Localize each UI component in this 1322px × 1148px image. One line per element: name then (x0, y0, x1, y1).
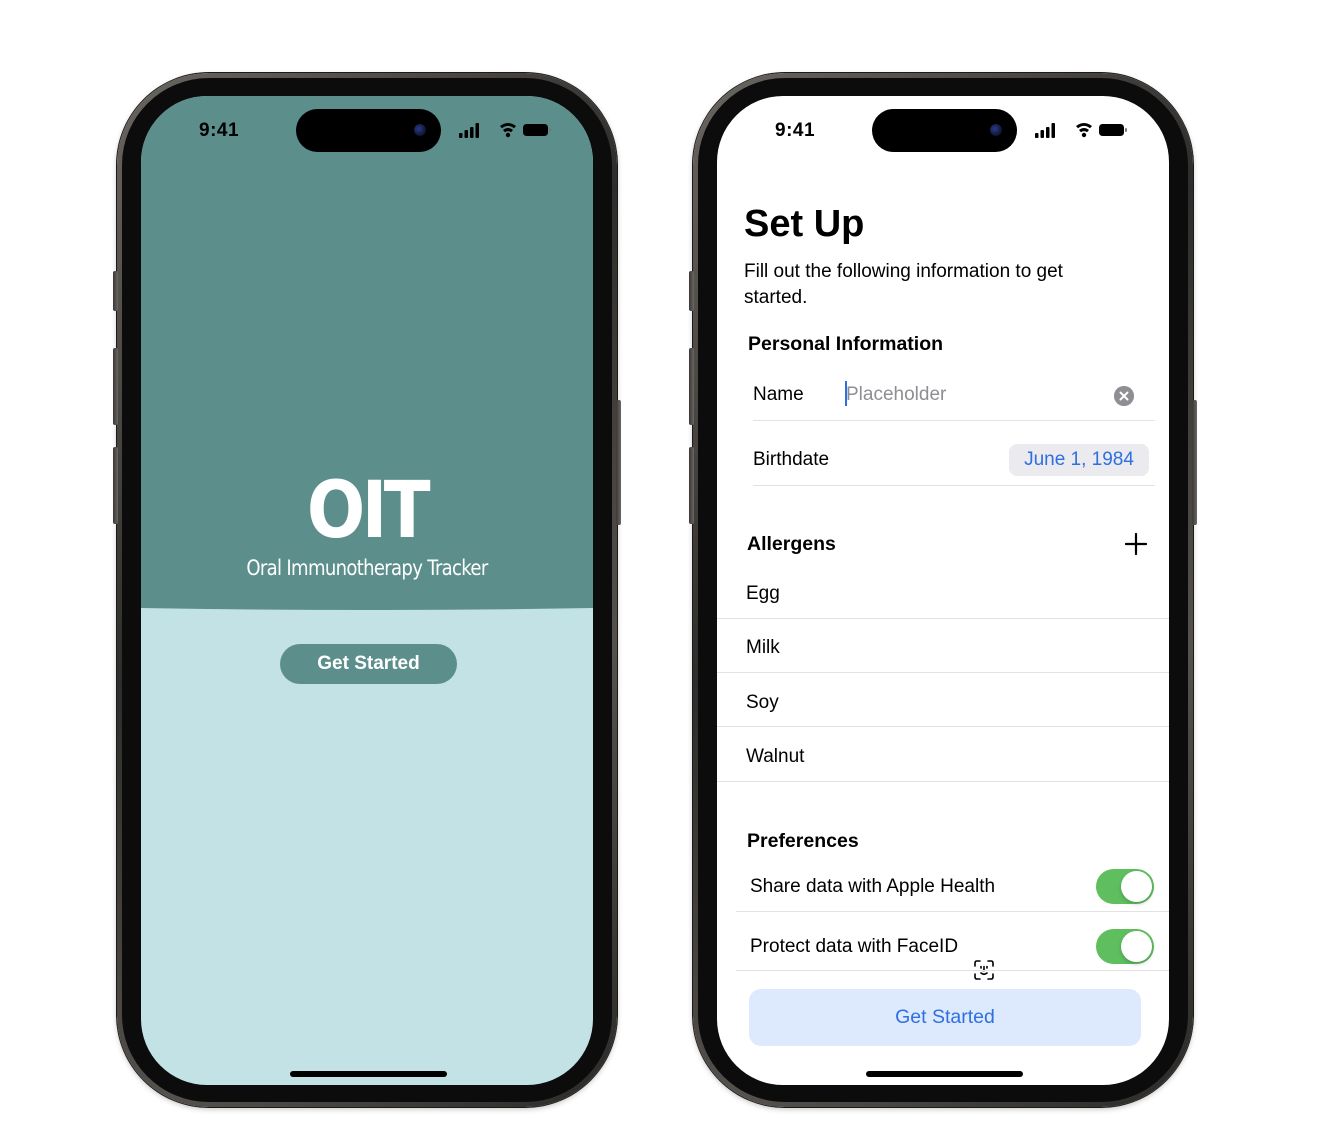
action-button (689, 271, 694, 311)
birthdate-picker[interactable]: June 1, 1984 (1009, 444, 1149, 476)
allergen-item[interactable]: Soy (746, 692, 779, 714)
volume-down-button (689, 447, 694, 524)
allergen-item[interactable]: Egg (746, 583, 780, 605)
volume-up-button (113, 348, 118, 425)
name-label: Name (753, 384, 804, 405)
app-subtitle: Oral Immunotherapy Tracker (246, 556, 488, 580)
phone-frame-right: 9:41 Set Up Fill out the following infor… (689, 73, 1197, 1107)
name-field[interactable] (846, 381, 1106, 409)
splash-screen: 9:41 OIT Oral Immunotherapy Tracker Get … (141, 96, 593, 1085)
splash-divider-curve (141, 596, 593, 610)
section-header-allergens: Allergens (747, 533, 836, 555)
section-header-preferences: Preferences (747, 830, 859, 852)
get-started-button[interactable]: Get Started (749, 989, 1141, 1046)
status-time: 9:41 (199, 120, 240, 141)
status-icons (459, 123, 551, 138)
toggle-knob (1121, 871, 1152, 902)
battery-icon (523, 124, 551, 136)
page-subtitle: Fill out the following information to ge… (744, 261, 1063, 308)
status-icons (1035, 123, 1127, 138)
faceid-toggle[interactable] (1096, 929, 1154, 964)
action-button (113, 271, 118, 311)
cellular-signal-icon (459, 123, 479, 138)
row-divider (753, 485, 1155, 486)
wifi-icon (1076, 123, 1092, 138)
status-bar: 9:41 (141, 96, 593, 156)
row-divider (717, 781, 1169, 782)
page-title: Set Up (744, 203, 865, 245)
dynamic-island (296, 109, 441, 152)
home-indicator[interactable] (290, 1071, 447, 1077)
birthdate-label: Birthdate (753, 449, 830, 470)
get-started-button[interactable]: Get Started (280, 644, 457, 684)
allergen-item[interactable]: Walnut (746, 746, 804, 768)
row-divider (736, 970, 1169, 971)
row-divider (717, 618, 1169, 619)
wifi-icon (500, 123, 516, 138)
row-divider (717, 672, 1169, 673)
phone-frame-left: 9:41 OIT Oral Immunotherapy Tracker Get … (113, 73, 621, 1107)
battery-icon (1099, 124, 1127, 136)
share-health-label: Share data with Apple Health (750, 876, 996, 897)
volume-down-button (113, 447, 118, 524)
home-indicator[interactable] (866, 1071, 1023, 1077)
allergen-item[interactable]: Milk (746, 637, 780, 659)
app-title: OIT (306, 466, 431, 556)
section-header-personal-information: Personal Information (748, 333, 944, 355)
mockup-stage: 9:41 OIT Oral Immunotherapy Tracker Get … (0, 0, 1322, 1148)
volume-up-button (689, 348, 694, 425)
clear-icon[interactable] (1114, 386, 1134, 406)
share-health-toggle[interactable] (1096, 869, 1154, 904)
add-allergen-icon[interactable] (1123, 531, 1149, 557)
cellular-signal-icon (1035, 123, 1055, 138)
power-button (616, 400, 621, 525)
faceid-label: Protect data with FaceID (750, 936, 959, 957)
row-divider (736, 911, 1169, 912)
row-divider (717, 726, 1169, 727)
camera-icon (990, 124, 1002, 136)
power-button (1192, 400, 1197, 525)
setup-screen: 9:41 Set Up Fill out the following infor… (717, 96, 1169, 1085)
status-time: 9:41 (775, 120, 816, 141)
status-bar: 9:41 (717, 96, 1169, 156)
toggle-knob (1121, 931, 1152, 962)
row-divider (753, 420, 1155, 421)
dynamic-island (872, 109, 1017, 152)
camera-icon (414, 124, 426, 136)
